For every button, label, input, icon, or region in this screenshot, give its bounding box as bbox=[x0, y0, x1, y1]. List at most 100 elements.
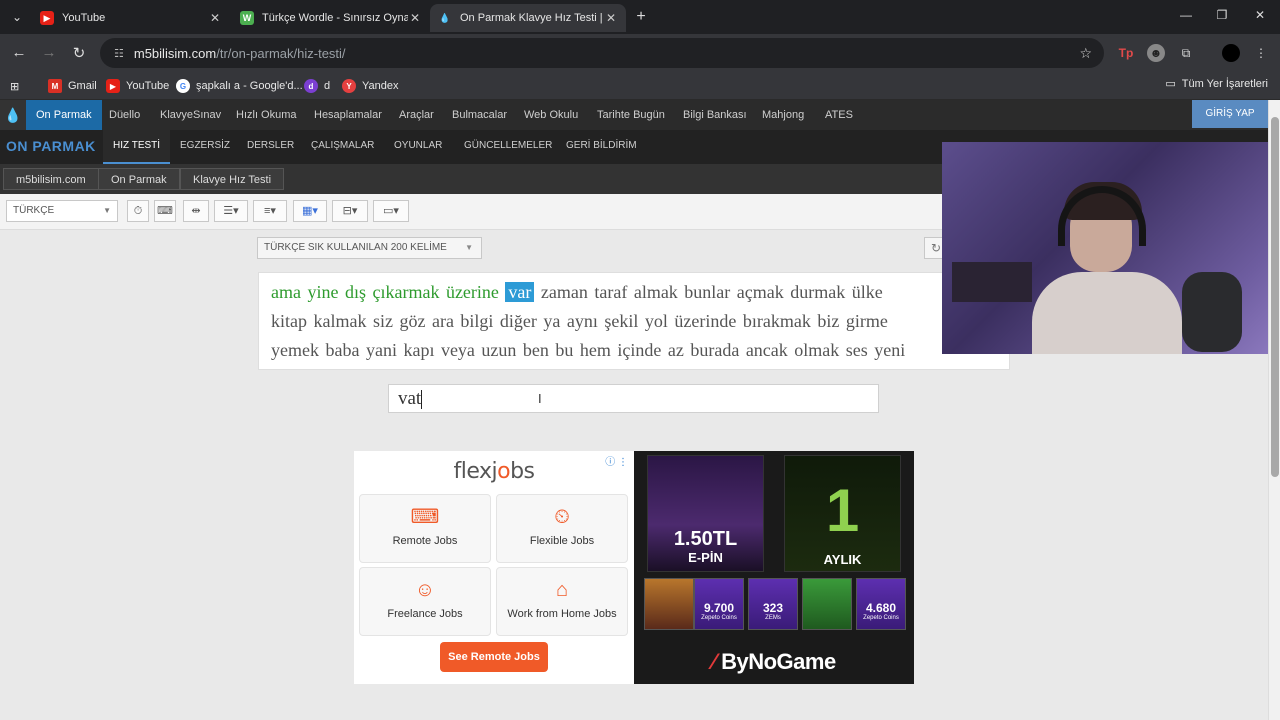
all-bookmarks[interactable]: ▭ Tüm Yer İşaretleri bbox=[1165, 77, 1268, 91]
browser-menu-icon[interactable]: ⋮ bbox=[1252, 44, 1270, 62]
timer-icon[interactable]: ⏱ bbox=[127, 200, 149, 222]
align-icon[interactable]: ≡▾ bbox=[253, 200, 287, 222]
subnav-geri-bildirim[interactable]: GERİ BİLDİRİM bbox=[556, 130, 647, 162]
subnav-oyunlar[interactable]: OYUNLAR bbox=[384, 130, 452, 162]
display-icon[interactable]: ▭▾ bbox=[373, 200, 409, 222]
close-tab-icon[interactable]: ✕ bbox=[208, 11, 222, 25]
subnav-dersler[interactable]: DERSLER bbox=[237, 130, 304, 162]
text-cursor-icon: I bbox=[538, 391, 542, 406]
new-tab-icon[interactable]: + bbox=[632, 8, 650, 26]
subnav-egzersiz[interactable]: EGZERSİZ bbox=[170, 130, 240, 162]
topnav-bulmacalar[interactable]: Bulmacalar bbox=[442, 100, 517, 130]
topnav-bilgi-bankasi[interactable]: Bilgi Bankası bbox=[673, 100, 757, 130]
bookmark-label: d bbox=[324, 80, 331, 92]
subnav-calismalar[interactable]: ÇALIŞMALAR bbox=[301, 130, 384, 162]
apps-grid-icon[interactable]: ⊞ bbox=[10, 77, 19, 95]
color-grid-icon[interactable]: ▦▾ bbox=[293, 200, 327, 222]
keyboard-icon[interactable]: ⌨ bbox=[154, 200, 176, 222]
work-from-home-card[interactable]: ⌂ Work from Home Jobs bbox=[496, 567, 628, 636]
bynogame-ad[interactable]: 1.50TL E-PİN 1 AYLIK 9.700 Zepeto Coins 3… bbox=[634, 451, 914, 684]
topnav-hizli-okuma[interactable]: Hızlı Okuma bbox=[226, 100, 307, 130]
zepeto-gem-card[interactable]: 9.700 Zepeto Coins bbox=[694, 578, 744, 630]
epin-promo[interactable]: 1.50TL E-PİN bbox=[647, 455, 764, 572]
url-field[interactable]: ☷ m5bilisim.com/tr/on-parmak/hiz-testi/ … bbox=[100, 38, 1104, 68]
extensions-puzzle-icon[interactable]: ⧉ bbox=[1177, 44, 1195, 62]
close-tab-icon[interactable]: ✕ bbox=[604, 11, 618, 25]
ad-info-icon[interactable]: ⓘ ⋮ bbox=[605, 453, 628, 468]
line-height-icon[interactable]: ☰▾ bbox=[214, 200, 248, 222]
subnav-guncellemeler[interactable]: GÜNCELLEMELER bbox=[454, 130, 562, 162]
reload-icon[interactable]: ↻ bbox=[70, 44, 88, 62]
minimize-icon[interactable]: — bbox=[1176, 8, 1196, 22]
topnav-araclar[interactable]: Araçlar bbox=[389, 100, 444, 130]
game-thumb[interactable] bbox=[802, 578, 852, 630]
brand-title[interactable]: ON PARMAK bbox=[6, 130, 96, 162]
folder-icon: ▭ bbox=[1165, 78, 1176, 90]
breadcrumb-home[interactable]: m5bilisim.com bbox=[3, 168, 99, 190]
topnav-mahjong[interactable]: Mahjong bbox=[752, 100, 814, 130]
tab-wordle[interactable]: W Türkçe Wordle - Sınırsız Oyna ✕ bbox=[232, 4, 430, 32]
bookmark-d[interactable]: dd bbox=[304, 77, 330, 95]
promo-months: 1 bbox=[825, 477, 860, 544]
flexjobs-ad[interactable]: flexjobs ⓘ ⋮ ⌨ Remote Jobs ⏲ Flexible Jobs… bbox=[354, 451, 634, 684]
site-info-icon[interactable]: ☷ bbox=[114, 47, 124, 60]
close-tab-icon[interactable]: ✕ bbox=[408, 11, 422, 25]
bookmarks-bar: ⊞ M Gmail ▶ YouTube Gşapkalı a - Google'd.… bbox=[0, 72, 1280, 100]
gem-value: 323 bbox=[762, 601, 784, 615]
freelance-jobs-card[interactable]: ☺ Freelance Jobs bbox=[359, 567, 491, 636]
subnav-hiz-testi[interactable]: HIZ TESTİ bbox=[103, 130, 171, 164]
promo-price: 1.50TL bbox=[673, 528, 738, 550]
game-thumb[interactable] bbox=[644, 578, 694, 630]
bookmark-label: YouTube bbox=[126, 80, 170, 92]
tab-search-icon[interactable]: ⌄ bbox=[8, 8, 26, 26]
see-remote-jobs-button[interactable]: See Remote Jobs bbox=[440, 642, 548, 672]
tab-on-parmak[interactable]: 💧 On Parmak Klavye Hız Testi | m5 ✕ bbox=[430, 4, 626, 32]
topnav-klavyesinav[interactable]: KlavyeSınav bbox=[150, 100, 231, 130]
bookmark-yandex[interactable]: Y Yandex bbox=[342, 77, 399, 95]
flexible-jobs-card[interactable]: ⏲ Flexible Jobs bbox=[496, 494, 628, 563]
zepeto-gem-card[interactable]: 323 ZEMs bbox=[748, 578, 798, 630]
topnav-duello[interactable]: Düello bbox=[99, 100, 150, 130]
site-logo-drop-icon[interactable]: 💧 bbox=[0, 100, 26, 130]
all-bookmarks-label: Tüm Yer İşaretleri bbox=[1181, 77, 1268, 90]
bookmark-google[interactable]: Gşapkalı a - Google'd... bbox=[176, 77, 303, 95]
freelancer-icon: ☺ bbox=[414, 579, 436, 601]
topnav-hesaplamalar[interactable]: Hesaplamalar bbox=[304, 100, 392, 130]
profile-avatar[interactable] bbox=[1222, 44, 1240, 62]
zepeto-gem-card[interactable]: 4.680 Zepeto Coins bbox=[856, 578, 906, 630]
topnav-tarihte-bugun[interactable]: Tarihte Bugün bbox=[587, 100, 675, 130]
language-select[interactable]: TÜRKÇE ▼ bbox=[6, 200, 118, 222]
close-window-icon[interactable]: ✕ bbox=[1250, 8, 1270, 22]
width-icon[interactable]: ⇹ bbox=[183, 200, 209, 222]
card-label: Work from Home Jobs bbox=[507, 608, 617, 620]
bookmark-youtube[interactable]: ▶ YouTube bbox=[106, 77, 169, 95]
breadcrumb-on-parmak[interactable]: On Parmak bbox=[98, 168, 180, 190]
back-icon[interactable]: ← bbox=[10, 44, 28, 61]
upcoming-words: zaman taraf almak bunlar açmak durmak ül… bbox=[540, 282, 883, 302]
bookmark-star-icon[interactable]: ☆ bbox=[1079, 45, 1092, 62]
remote-jobs-card[interactable]: ⌨ Remote Jobs bbox=[359, 494, 491, 563]
card-label: Remote Jobs bbox=[392, 535, 458, 547]
bookmark-gmail[interactable]: M Gmail bbox=[48, 77, 97, 95]
tab-youtube[interactable]: ▶ YouTube ✕ bbox=[32, 4, 230, 32]
geforce-promo[interactable]: 1 AYLIK bbox=[784, 455, 901, 572]
webcam-background bbox=[952, 262, 1032, 302]
topnav-web-okulu[interactable]: Web Okulu bbox=[514, 100, 588, 130]
topnav-on-parmak[interactable]: On Parmak bbox=[26, 100, 102, 130]
forward-icon[interactable]: → bbox=[40, 44, 58, 61]
promo-label: AYLIK bbox=[823, 552, 862, 567]
language-value: TÜRKÇE bbox=[13, 205, 55, 216]
typing-input[interactable]: vat bbox=[388, 384, 879, 413]
layout-icon[interactable]: ⊟▾ bbox=[332, 200, 368, 222]
restore-icon[interactable]: ❐ bbox=[1212, 8, 1232, 22]
extension-face-icon[interactable]: ☻ bbox=[1147, 44, 1165, 62]
page-scrollbar[interactable] bbox=[1268, 100, 1280, 720]
topnav-ates[interactable]: ATES bbox=[815, 100, 863, 130]
word-set-select[interactable]: TÜRKÇE SIK KULLANILAN 200 KELİME ▼ bbox=[257, 237, 482, 259]
login-button[interactable]: GİRİŞ YAP bbox=[1192, 100, 1268, 128]
word-line-1: ama yine dış çıkarmak üzerine var zaman … bbox=[271, 282, 883, 303]
bynogame-brand: ByNoGame bbox=[721, 649, 836, 674]
extension-tp-icon[interactable]: Tp bbox=[1117, 44, 1135, 62]
typed-text: vat bbox=[398, 388, 422, 409]
scrollbar-thumb[interactable] bbox=[1271, 117, 1279, 477]
